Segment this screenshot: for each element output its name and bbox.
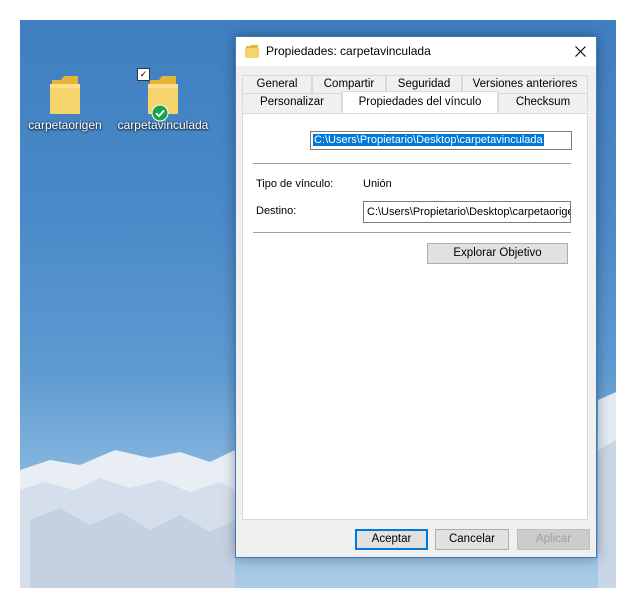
close-icon xyxy=(574,46,586,57)
title-bar[interactable]: Propiedades: carpetavinculada xyxy=(236,37,596,66)
tab-panel: C:\Users\Propietario\Desktop\carpetavinc… xyxy=(242,113,588,520)
cancel-button[interactable]: Cancelar xyxy=(435,529,509,550)
sync-check-badge-icon xyxy=(151,104,169,122)
tab-checksum[interactable]: Checksum xyxy=(498,93,588,111)
tab-strip: General Compartir Seguridad Versiones an… xyxy=(242,73,588,113)
destination-label: Destino: xyxy=(256,205,297,217)
ok-button[interactable]: Aceptar xyxy=(355,529,428,550)
dialog-title: Propiedades: carpetavinculada xyxy=(266,44,431,58)
tab-general[interactable]: General xyxy=(242,75,312,93)
link-path-text: C:\Users\Propietario\Desktop\carpetavinc… xyxy=(313,134,544,146)
selection-checkbox[interactable]: ✓ xyxy=(137,68,150,81)
folder-icon xyxy=(245,45,259,58)
folder-icon xyxy=(50,76,80,114)
properties-dialog: Propiedades: carpetavinculada General Co… xyxy=(235,36,597,558)
close-button[interactable] xyxy=(564,37,596,66)
separator xyxy=(253,163,571,164)
link-type-label: Tipo de vínculo: xyxy=(256,178,334,190)
desktop-icon-label: carpetaorigen xyxy=(28,118,102,132)
link-type-value: Unión xyxy=(363,178,392,190)
link-path-field[interactable]: C:\Users\Propietario\Desktop\carpetavinc… xyxy=(310,131,572,150)
desktop-icon-carpetaorigen[interactable]: carpetaorigen xyxy=(20,72,115,132)
separator xyxy=(253,232,571,233)
tab-propiedades-del-vinculo[interactable]: Propiedades del vínculo xyxy=(342,91,498,113)
apply-button[interactable]: Aplicar xyxy=(517,529,590,550)
browse-target-button[interactable]: Explorar Objetivo xyxy=(427,243,568,264)
tab-personalizar[interactable]: Personalizar xyxy=(242,93,342,111)
destination-field[interactable]: C:\Users\Propietario\Desktop\carpetaorig… xyxy=(363,201,571,223)
desktop-icon-carpetavinculada[interactable]: ✓ carpetavinculada xyxy=(113,68,213,132)
